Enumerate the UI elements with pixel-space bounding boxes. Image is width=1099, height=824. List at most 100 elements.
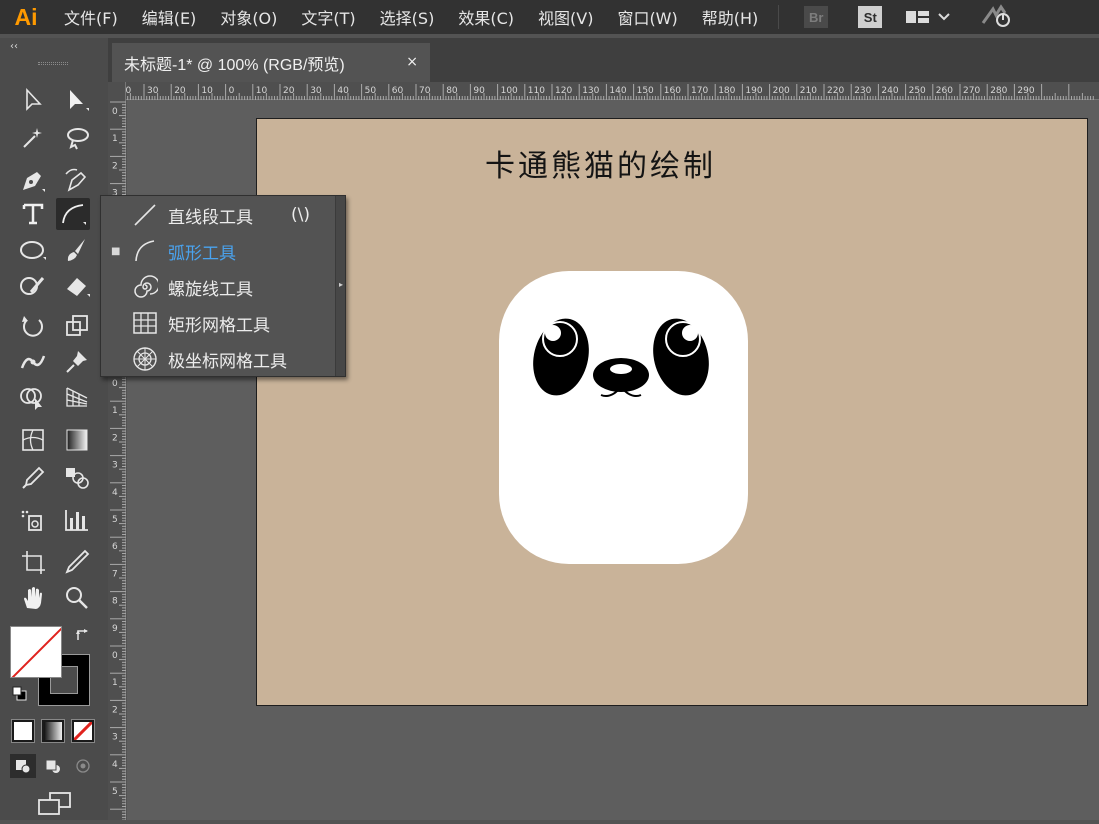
eyedropper-tool[interactable] xyxy=(16,462,50,494)
shaper-tool[interactable] xyxy=(16,270,50,302)
ruler-label: 6 xyxy=(112,542,118,552)
curvature-pen-icon xyxy=(65,168,87,192)
ruler-label: 230 xyxy=(854,86,871,96)
default-fill-stroke-icon[interactable] xyxy=(12,686,28,706)
eraser-tool[interactable] xyxy=(60,270,94,302)
paintbrush-icon xyxy=(67,239,85,261)
scale-icon xyxy=(66,315,88,336)
menu-select[interactable]: 选择(S) xyxy=(368,5,447,29)
flyout-label: 直线段工具 xyxy=(168,207,253,228)
mesh-tool[interactable] xyxy=(16,424,50,456)
type-tool[interactable] xyxy=(16,198,50,230)
draw-behind-icon xyxy=(45,759,60,773)
menu-view[interactable]: 视图(V) xyxy=(526,5,605,29)
panel-collapse-button[interactable]: ‹‹ xyxy=(10,41,18,52)
menu-object[interactable]: 对象(O) xyxy=(208,5,289,29)
screen-mode-button[interactable] xyxy=(36,790,72,822)
gradient-mode-button[interactable] xyxy=(41,719,65,743)
lasso-tool[interactable] xyxy=(60,122,94,154)
menu-type[interactable]: 文字(T) xyxy=(289,5,367,29)
ruler-label: 10 xyxy=(201,86,213,96)
ruler-label: 0 xyxy=(229,86,235,96)
document-tab[interactable]: 未标题-1* @ 100% (RGB/预览) × xyxy=(112,43,430,82)
sync-status-icon[interactable] xyxy=(979,3,1013,31)
panel-grip[interactable] xyxy=(38,62,68,65)
zoom-tool[interactable] xyxy=(60,582,94,614)
ruler-label: 260 xyxy=(936,86,953,96)
app-logo: Ai xyxy=(14,3,38,30)
close-tab-button[interactable]: × xyxy=(406,54,418,70)
horizontal-ruler[interactable]: 4030201001020304050607080901001101201301… xyxy=(120,82,1099,100)
menu-window[interactable]: 窗口(W) xyxy=(605,5,689,29)
artboard[interactable]: 卡通熊猫的绘制 xyxy=(256,118,1088,706)
ellipse-tool[interactable] xyxy=(16,234,50,266)
blend-tool[interactable] xyxy=(60,462,94,494)
menu-edit[interactable]: 编辑(E) xyxy=(130,5,209,29)
selection-tool[interactable] xyxy=(16,84,50,116)
artboard-icon xyxy=(22,551,45,574)
rotate-tool[interactable] xyxy=(16,310,50,342)
magic-wand-tool[interactable] xyxy=(16,122,50,154)
menu-effect[interactable]: 效果(C) xyxy=(446,5,526,29)
panda-head xyxy=(499,271,748,564)
menu-help[interactable]: 帮助(H) xyxy=(690,5,771,29)
flyout-item-polar-grid[interactable]: 极坐标网格工具 xyxy=(101,341,335,377)
none-slash-icon xyxy=(74,722,92,740)
panda-right-eye-highlight xyxy=(682,325,698,341)
flyout-item-line-segment[interactable]: 直线段工具 (\) xyxy=(101,197,335,233)
pen-tool[interactable] xyxy=(16,164,50,196)
artboard-tool[interactable] xyxy=(16,546,50,578)
ruler-label: 4 xyxy=(112,488,118,498)
tools-panel: ‹‹ xyxy=(0,38,108,820)
perspective-grid-tool[interactable] xyxy=(60,382,94,414)
ruler-label: 220 xyxy=(827,86,844,96)
ruler-label: 20 xyxy=(174,86,186,96)
document-tab-title: 未标题-1* @ 100% (RGB/预览) xyxy=(124,56,345,74)
stock-button[interactable]: St xyxy=(858,6,883,28)
line-segment-icon xyxy=(131,201,159,229)
none-mode-button[interactable] xyxy=(71,719,95,743)
symbol-sprayer-tool[interactable] xyxy=(16,504,50,536)
draw-inside-button[interactable] xyxy=(70,754,96,778)
flyout-label: 弧形工具 xyxy=(168,243,236,264)
draw-normal-button[interactable] xyxy=(10,754,36,778)
polar-grid-icon xyxy=(131,345,159,373)
draw-behind-button[interactable] xyxy=(40,754,66,778)
panda-face[interactable] xyxy=(257,119,1089,707)
screen-mode-icon xyxy=(38,792,71,815)
puppet-warp-tool[interactable] xyxy=(60,346,94,378)
flyout-item-rect-grid[interactable]: 矩形网格工具 xyxy=(101,305,335,341)
width-icon xyxy=(20,355,46,369)
document-tab-bar: 未标题-1* @ 100% (RGB/预览) × xyxy=(108,38,1099,82)
workspace-switcher[interactable] xyxy=(905,9,951,25)
curvature-tool[interactable] xyxy=(60,164,94,196)
hand-tool[interactable] xyxy=(16,582,50,614)
flyout-item-arc[interactable]: ■ 弧形工具 xyxy=(101,233,335,269)
direct-selection-tool[interactable] xyxy=(60,84,94,116)
mesh-icon xyxy=(22,429,44,451)
ruler-label: 90 xyxy=(473,86,485,96)
ruler-label: 1 xyxy=(112,678,118,688)
swap-fill-stroke-icon[interactable] xyxy=(74,626,92,648)
type-icon xyxy=(22,203,44,225)
panda-left-eye-highlight xyxy=(545,325,561,341)
gradient-tool[interactable] xyxy=(60,424,94,456)
vertical-ruler[interactable]: 01234567890123456789012345 xyxy=(108,82,126,824)
bridge-button[interactable]: Br xyxy=(804,6,829,28)
arc-tool[interactable] xyxy=(56,198,90,230)
ruler-label: 8 xyxy=(112,597,118,607)
flyout-tearoff-bar[interactable]: ▸ xyxy=(335,196,345,376)
color-mode-button[interactable] xyxy=(11,719,35,743)
ruler-label: 140 xyxy=(609,86,626,96)
scale-tool[interactable] xyxy=(60,310,94,342)
menu-file[interactable]: 文件(F) xyxy=(52,5,130,29)
paintbrush-tool[interactable] xyxy=(60,234,94,266)
column-graph-tool[interactable] xyxy=(60,504,94,536)
flyout-item-spiral[interactable]: 螺旋线工具 xyxy=(101,269,335,305)
menu-divider xyxy=(778,5,780,29)
shape-builder-tool[interactable] xyxy=(16,382,50,414)
ruler-label: 5 xyxy=(112,787,118,797)
slice-tool[interactable] xyxy=(60,546,94,578)
ruler-label: 30 xyxy=(147,86,159,96)
width-tool[interactable] xyxy=(16,346,50,378)
